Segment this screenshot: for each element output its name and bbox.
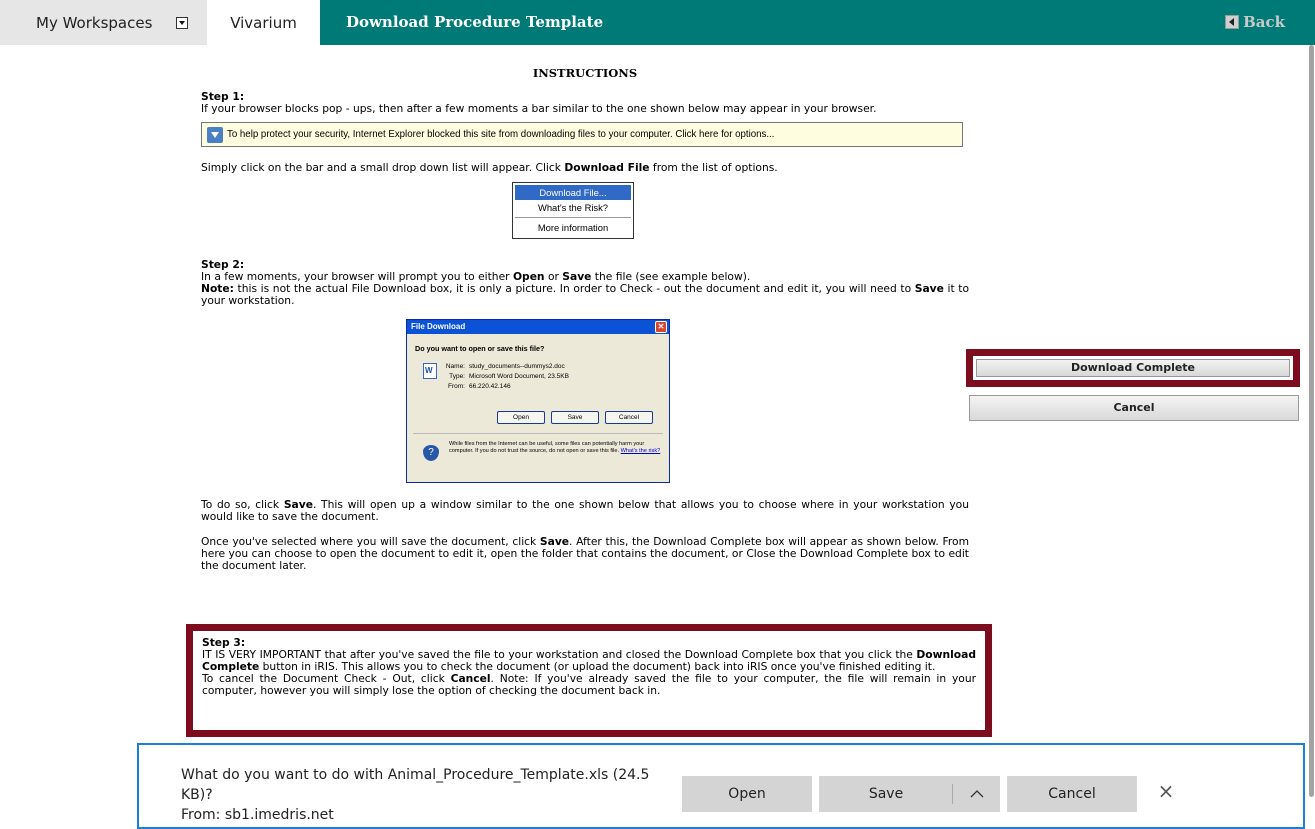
- download-complete-instruction: Once you've selected where you will save…: [201, 536, 969, 572]
- dialog-title: File Download: [411, 322, 466, 331]
- dropdown-item-download-file: Download File...: [515, 185, 631, 200]
- title-area: Download Procedure Template Back: [320, 0, 1315, 45]
- instructions-panel: INSTRUCTIONS Step 1: If your browser blo…: [201, 45, 969, 572]
- dialog-question: Do you want to open or save this file?: [415, 344, 545, 353]
- instructions-heading: INSTRUCTIONS: [532, 66, 638, 80]
- dialog-save-button: Save: [551, 411, 599, 424]
- dropdown-item-whats-the-risk: What's the Risk?: [537, 202, 609, 213]
- my-workspaces-label: My Workspaces: [36, 13, 153, 32]
- back-button[interactable]: Back: [1225, 13, 1285, 31]
- ie-bar-text: To help protect your security, Internet …: [227, 128, 775, 140]
- type-label: Type:: [449, 373, 465, 380]
- back-label: Back: [1243, 13, 1285, 31]
- text-span: from the list of options.: [649, 161, 778, 174]
- dropdown-item-more-information: More information: [537, 222, 609, 233]
- back-arrow-icon: [1225, 15, 1240, 29]
- text-span: Simply click on the bar and a small drop…: [201, 161, 565, 174]
- workspaces-dropdown-icon[interactable]: [176, 17, 188, 29]
- name-value: study_documents--dummys2.doc: [469, 363, 565, 370]
- warning-text: While files from the Internet can be use…: [449, 441, 645, 454]
- close-icon[interactable]: ×: [1154, 779, 1178, 803]
- security-shield-icon: ?: [423, 445, 439, 461]
- scrollbar-thumb[interactable]: [1309, 45, 1314, 797]
- dialog-warning: While files from the Internet can be use…: [449, 441, 661, 455]
- step1-text: If your browser blocks pop - ups, then a…: [201, 102, 877, 115]
- dialog-close-icon: ✕: [655, 321, 667, 333]
- top-nav-bar: My Workspaces Vivarium Download Procedur…: [0, 0, 1315, 45]
- cancel-button[interactable]: Cancel: [969, 395, 1299, 421]
- download-notification-bar: What do you want to do with Animal_Proce…: [137, 743, 1305, 829]
- whats-the-risk-link: What's the risk?: [620, 448, 661, 454]
- name-label: Name:: [445, 363, 465, 370]
- download-blocked-icon: [207, 126, 223, 143]
- from-label: From:: [448, 383, 465, 390]
- download-question: What do you want to do with Animal_Proce…: [181, 767, 650, 803]
- type-value: Microsoft Word Document, 23.5KB: [469, 373, 569, 380]
- download-prompt: What do you want to do with Animal_Proce…: [181, 765, 661, 825]
- from-value: 66.220.42.146: [469, 383, 511, 390]
- step1-instruction: Simply click on the bar and a small drop…: [201, 162, 969, 174]
- save-bold: Save: [914, 282, 944, 295]
- step3-text: IT IS VERY IMPORTANT that after you've s…: [202, 649, 976, 673]
- file-download-dialog-image: File Download ✕ Do you want to open or s…: [406, 319, 670, 483]
- text-span: . This will open up a window similar to …: [201, 498, 969, 523]
- dialog-cancel-button: Cancel: [605, 411, 653, 424]
- download-complete-highlight: Download Complete: [966, 349, 1300, 387]
- page-title: Download Procedure Template: [346, 13, 604, 31]
- save-options-chevron-icon[interactable]: [953, 776, 1000, 812]
- download-source: From: sb1.imedris.net: [181, 807, 334, 823]
- dialog-titlebar: File Download ✕: [407, 320, 669, 334]
- step3-highlight-box: Step 3: IT IS VERY IMPORTANT that after …: [186, 624, 992, 737]
- word-document-icon: [423, 363, 437, 379]
- vertical-scrollbar[interactable]: [1307, 45, 1315, 797]
- save-split-divider: [952, 784, 953, 804]
- dialog-file-info: Name: study_documents--dummys2.doc Type: M…: [445, 362, 569, 392]
- text-span: this is not the actual File Download box…: [233, 282, 915, 295]
- vivarium-label: Vivarium: [230, 13, 297, 32]
- ie-dropdown-image: Download File... What's the Risk? More i…: [512, 182, 634, 239]
- ie-security-bar-image: To help protect your security, Internet …: [201, 122, 963, 147]
- vivarium-tab[interactable]: Vivarium: [207, 0, 320, 45]
- download-complete-button[interactable]: Download Complete: [976, 359, 1290, 377]
- save-instruction: To do so, click Save. This will open up …: [201, 499, 969, 523]
- chevron-up-icon: [970, 790, 983, 798]
- download-cancel-button[interactable]: Cancel: [1007, 776, 1137, 812]
- dialog-buttons: Open Save Cancel: [497, 411, 653, 424]
- step3-cancel-text: To cancel the Document Check - Out, clic…: [202, 673, 976, 697]
- download-file-bold: Download File: [564, 161, 650, 174]
- dialog-divider: [413, 433, 663, 434]
- download-open-button[interactable]: Open: [682, 776, 812, 812]
- step2-note: Note: this is not the actual File Downlo…: [201, 283, 969, 307]
- download-save-button[interactable]: Save: [819, 776, 953, 812]
- dropdown-divider: [515, 217, 631, 218]
- dialog-open-button: Open: [497, 411, 545, 424]
- my-workspaces-tab[interactable]: My Workspaces: [0, 0, 207, 45]
